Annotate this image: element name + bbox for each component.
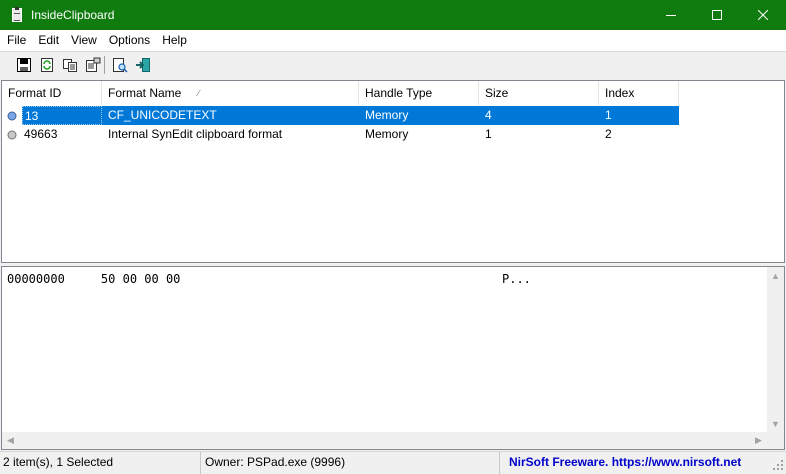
cell-format-name: Internal SynEdit clipboard format xyxy=(108,127,283,141)
cell-index: 2 xyxy=(605,127,612,141)
window-title: InsideClipboard xyxy=(31,8,115,22)
column-header-index[interactable]: Index xyxy=(599,81,679,105)
maximize-button[interactable] xyxy=(694,0,740,30)
save-icon xyxy=(16,58,31,72)
nirsoft-link[interactable]: NirSoft Freeware. https://www.nirsoft.ne… xyxy=(500,452,786,474)
close-button[interactable] xyxy=(740,0,786,30)
find-icon xyxy=(112,58,128,73)
title-bar: InsideClipboard xyxy=(0,0,786,30)
format-row-icon xyxy=(2,106,22,125)
column-header-format-name-label: Format Name xyxy=(108,86,182,100)
menu-bar: File Edit View Options Help xyxy=(0,30,786,51)
menu-options[interactable]: Options xyxy=(103,30,156,51)
vertical-scrollbar[interactable]: ▲ ▼ xyxy=(767,267,784,432)
menu-file[interactable]: File xyxy=(0,30,32,51)
cell-format-id: 13 xyxy=(22,106,102,125)
hex-ascii: P... xyxy=(502,272,531,286)
menu-edit[interactable]: Edit xyxy=(32,30,65,51)
scroll-left-icon[interactable]: ◀ xyxy=(2,432,19,449)
menu-help[interactable]: Help xyxy=(156,30,193,51)
exit-icon xyxy=(135,58,150,72)
list-header: Format ID Format Name ∕ Handle Type Size… xyxy=(2,81,784,105)
table-row[interactable]: 13 CF_UNICODETEXT Memory 4 1 xyxy=(2,106,679,125)
copy-icon xyxy=(62,59,77,72)
refresh-icon xyxy=(40,58,53,72)
maximize-icon xyxy=(712,10,722,20)
toolbar-separator xyxy=(104,56,105,74)
hex-dump-line: 00000000 50 00 00 00 xyxy=(7,272,180,286)
copy-button[interactable] xyxy=(58,54,81,76)
find-button[interactable] xyxy=(108,54,131,76)
cell-format-id: 49663 xyxy=(24,127,58,141)
properties-icon xyxy=(85,57,100,72)
toolbar xyxy=(0,51,786,78)
minimize-icon xyxy=(666,15,676,16)
hex-bytes: 50 00 00 00 xyxy=(100,272,181,286)
clipboard-app-icon xyxy=(9,7,25,23)
resize-grip-icon[interactable] xyxy=(772,459,784,471)
cell-handle-type: Memory xyxy=(359,106,479,125)
properties-button[interactable] xyxy=(81,54,104,76)
scroll-up-icon[interactable]: ▲ xyxy=(767,267,784,284)
cell-format-name: CF_UNICODETEXT xyxy=(102,106,359,125)
cell-size: 4 xyxy=(479,106,599,125)
status-item-count: 2 item(s), 1 Selected xyxy=(0,451,201,474)
horizontal-scrollbar[interactable]: ◀ ▶ xyxy=(2,432,767,449)
scroll-right-icon[interactable]: ▶ xyxy=(750,432,767,449)
cell-handle-type: Memory xyxy=(365,127,409,141)
refresh-button[interactable] xyxy=(35,54,58,76)
column-header-format-name[interactable]: Format Name ∕ xyxy=(102,81,359,105)
save-button[interactable] xyxy=(12,54,35,76)
menu-view[interactable]: View xyxy=(65,30,103,51)
status-owner: Owner: PSPad.exe (9996) xyxy=(201,451,500,474)
sort-ascending-icon: ∕ xyxy=(198,88,200,98)
hex-dump-view[interactable]: 00000000 50 00 00 00 P... ▲ ▼ ◀ ▶ xyxy=(1,266,785,450)
cell-size: 1 xyxy=(485,127,492,141)
cell-index: 1 xyxy=(599,106,679,125)
clipboard-formats-list[interactable]: Format ID Format Name ∕ Handle Type Size… xyxy=(1,80,785,263)
exit-button[interactable] xyxy=(131,54,154,76)
minimize-button[interactable] xyxy=(648,0,694,30)
scroll-down-icon[interactable]: ▼ xyxy=(767,415,784,432)
column-header-size[interactable]: Size xyxy=(479,81,599,105)
window-controls xyxy=(648,0,786,30)
column-header-format-id[interactable]: Format ID xyxy=(2,81,102,105)
column-header-handle-type[interactable]: Handle Type xyxy=(359,81,479,105)
format-row-icon xyxy=(2,125,22,144)
status-bar: 2 item(s), 1 Selected Owner: PSPad.exe (… xyxy=(0,451,786,474)
table-row[interactable]: 49663 Internal SynEdit clipboard format … xyxy=(2,125,679,144)
hex-offset: 00000000 xyxy=(7,272,65,286)
scroll-corner xyxy=(767,432,784,449)
close-icon xyxy=(758,10,768,20)
